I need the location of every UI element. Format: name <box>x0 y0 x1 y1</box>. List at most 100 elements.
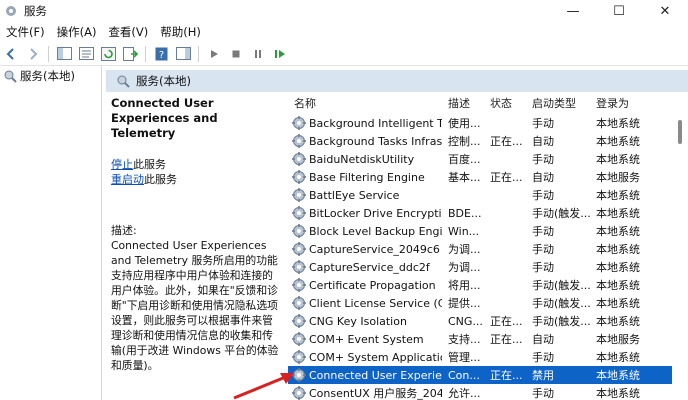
title-bar: 服务 — ☐ ✕ <box>0 0 688 22</box>
maximize-button[interactable]: ☐ <box>596 0 642 22</box>
service-name: BitLocker Drive Encryption ... <box>309 206 442 220</box>
service-name-cell: Background Tasks Infrastru... <box>288 134 442 148</box>
menu-view[interactable]: 查看(V) <box>102 24 154 40</box>
console-tree: 服务(本地) <box>0 66 102 400</box>
service-description-cell: 控制... <box>448 135 481 148</box>
play-icon <box>211 49 218 58</box>
refresh-button[interactable] <box>99 45 117 63</box>
service-gear-icon <box>292 278 306 292</box>
column-header-status[interactable]: 状态 <box>484 95 526 111</box>
menu-help[interactable]: 帮助(H) <box>154 24 207 40</box>
menu-action[interactable]: 操作(A) <box>51 24 103 40</box>
service-startup-type-cell: 手动 <box>532 153 554 166</box>
menu-bar: 文件(F) 操作(A) 查看(V) 帮助(H) <box>0 22 688 42</box>
window-controls: — ☐ ✕ <box>550 0 688 22</box>
service-name: BattlEye Service <box>309 188 400 202</box>
menu-file[interactable]: 文件(F) <box>0 24 51 40</box>
service-startup-type-cell: 手动(触发... <box>532 207 590 220</box>
service-name-cell: Client License Service (Clip... <box>288 296 442 310</box>
table-row[interactable]: Base Filtering Engine 基本... 正在... 自动 本地服务 <box>288 168 672 186</box>
service-status-cell: 正在... <box>490 135 523 148</box>
service-gear-icon <box>292 296 306 310</box>
service-description-cell: CNG... <box>448 314 483 328</box>
back-button[interactable] <box>2 45 20 63</box>
service-status-cell: 正在... <box>490 171 523 184</box>
service-log-on-as-cell: 本地系统 <box>596 279 640 292</box>
description-text: Connected User Experiences and Telemetry… <box>111 239 279 372</box>
service-description-cell: 使用... <box>448 117 481 130</box>
table-row[interactable]: BitLocker Drive Encryption ... BDE... 手动(触… <box>288 204 672 222</box>
service-startup-type-cell: 手动 <box>532 225 554 238</box>
stop-service-link[interactable]: 停止 <box>111 158 133 171</box>
service-name: Base Filtering Engine <box>309 170 425 184</box>
action-pane-icon <box>175 47 191 60</box>
vertical-scrollbar[interactable] <box>672 92 688 400</box>
table-row[interactable]: ConsentUX 用户服务_2049... 允许... 手动 本地系统 <box>288 384 672 400</box>
column-header-description[interactable]: 描述 <box>442 95 484 111</box>
service-name-cell: Connected User Experienc... <box>288 368 442 382</box>
service-startup-type-cell: 手动(触发... <box>532 279 590 292</box>
help-button[interactable]: ? <box>152 45 170 63</box>
show-console-tree-button[interactable] <box>55 45 73 63</box>
selected-service-name: Connected User Experiences and Telemetry <box>111 96 218 140</box>
show-hide-action-pane-button[interactable] <box>174 45 192 63</box>
service-name-cell: CNG Key Isolation <box>288 314 442 328</box>
service-status-cell: 正在... <box>490 333 523 346</box>
table-row[interactable]: CaptureService_2049c6 为调... 手动 本地系统 <box>288 240 672 258</box>
service-name: COM+ Event System <box>309 332 424 346</box>
close-button[interactable]: ✕ <box>642 0 688 22</box>
service-description-cell: 提供... <box>448 297 481 310</box>
service-startup-type-cell: 禁用 <box>532 369 554 382</box>
column-header-name[interactable]: 名称 <box>288 95 442 111</box>
export-list-button[interactable] <box>121 45 139 63</box>
table-row[interactable]: BattlEye Service 手动 本地系统 <box>288 186 672 204</box>
stop-service-button[interactable] <box>227 45 245 63</box>
table-row[interactable]: Client License Service (Clip... 提供... 手动(触… <box>288 294 672 312</box>
service-log-on-as-cell: 本地系统 <box>596 153 640 166</box>
service-startup-type-cell: 手动(触发... <box>532 297 590 310</box>
refresh-icon <box>100 46 116 61</box>
service-name: CNG Key Isolation <box>309 314 407 328</box>
restart-service-button[interactable] <box>271 45 289 63</box>
column-header-log-on-as[interactable]: 登录为 <box>590 95 672 111</box>
service-name-cell: BattlEye Service <box>288 188 442 202</box>
service-name-cell: CaptureService_2049c6 <box>288 242 442 256</box>
minimize-button[interactable]: — <box>550 0 596 22</box>
magnifier-gear-icon <box>4 70 17 83</box>
service-log-on-as-cell: 本地系统 <box>596 117 640 130</box>
restart-link-suffix: 此服务 <box>144 173 177 186</box>
start-service-button[interactable] <box>205 45 223 63</box>
table-row[interactable]: Block Level Backup Engine ... Win... 手动 本地系… <box>288 222 672 240</box>
service-name: CaptureService_2049c6 <box>309 242 440 256</box>
service-gear-icon <box>292 152 306 166</box>
pause-service-button[interactable] <box>249 45 267 63</box>
table-row[interactable]: COM+ System Application 管理... 手动 本地系统 <box>288 348 672 366</box>
service-description-panel: Connected User Experiences and Telemetry… <box>106 92 286 400</box>
scrollbar-thumb[interactable] <box>678 120 682 144</box>
service-description-cell: 支持... <box>448 333 481 346</box>
table-row[interactable]: Connected User Experienc... Con... 正在... 禁用… <box>288 366 672 384</box>
service-gear-icon <box>292 188 306 202</box>
table-row[interactable]: Background Intelligent Tra... 使用... 手动 本地系统 <box>288 114 672 132</box>
table-row[interactable]: CaptureService_ddc2f 为调... 手动 本地系统 <box>288 258 672 276</box>
table-row[interactable]: CNG Key Isolation CNG... 正在... 手动(触发... 本地系统 <box>288 312 672 330</box>
service-name: Client License Service (Clip... <box>309 296 442 310</box>
tree-item-label: 服务(本地) <box>20 69 75 83</box>
service-name: BaiduNetdiskUtility <box>309 152 415 166</box>
console-tree-icon <box>56 47 72 60</box>
column-header-startup-type[interactable]: 启动类型 <box>526 95 590 111</box>
forward-button[interactable] <box>24 45 42 63</box>
service-log-on-as-cell: 本地系统 <box>596 387 640 400</box>
properties-view-button[interactable] <box>77 45 95 63</box>
back-arrow-icon <box>6 47 14 60</box>
table-row[interactable]: COM+ Event System 支持... 正在... 自动 本地服务 <box>288 330 672 348</box>
table-row[interactable]: Certificate Propagation 将用... 手动(触发... 本地系统 <box>288 276 672 294</box>
magnifier-gear-icon <box>117 75 130 88</box>
service-startup-type-cell: 手动 <box>532 351 554 364</box>
table-row[interactable]: BaiduNetdiskUtility 百度... 手动 本地系统 <box>288 150 672 168</box>
service-gear-icon <box>292 332 306 346</box>
table-row[interactable]: Background Tasks Infrastru... 控制... 正在... 自… <box>288 132 672 150</box>
service-gear-icon <box>292 260 306 274</box>
restart-service-link[interactable]: 重启动 <box>111 173 144 186</box>
tree-item-services-local[interactable]: 服务(本地) <box>0 66 101 86</box>
